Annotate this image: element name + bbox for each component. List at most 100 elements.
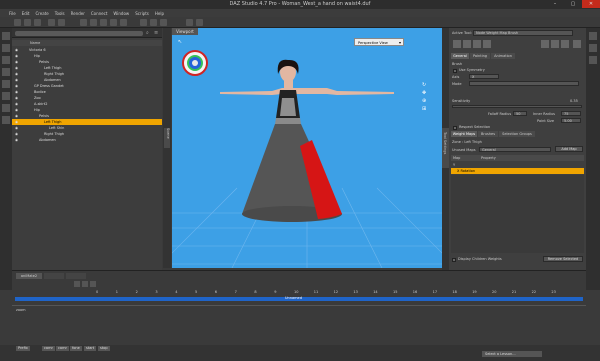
visibility-eye-icon[interactable]: ◉ bbox=[15, 120, 21, 124]
play-back-icon[interactable] bbox=[82, 281, 88, 287]
surfaces-icon[interactable] bbox=[2, 92, 10, 100]
visibility-eye-icon[interactable]: ◉ bbox=[15, 78, 21, 82]
menu-file[interactable]: File bbox=[9, 11, 16, 16]
visibility-eye-icon[interactable]: ◉ bbox=[15, 108, 21, 112]
close-button[interactable]: ✕ bbox=[582, 0, 600, 8]
tab-scene-vertical[interactable]: Scene bbox=[164, 128, 170, 148]
visibility-eye-icon[interactable]: ◉ bbox=[15, 66, 21, 70]
brush-smooth-icon[interactable] bbox=[473, 40, 481, 48]
visibility-eye-icon[interactable]: ◉ bbox=[15, 102, 21, 106]
node-selection-icon[interactable] bbox=[120, 19, 127, 26]
remove-selected-button[interactable]: Remove Selected bbox=[543, 256, 583, 262]
posing-icon[interactable] bbox=[2, 116, 10, 124]
status-button[interactable]: camr bbox=[42, 346, 55, 351]
minimize-button[interactable]: – bbox=[546, 0, 564, 8]
invert-icon[interactable] bbox=[561, 40, 569, 48]
deselect-icon[interactable] bbox=[551, 40, 559, 48]
universal-tool-icon[interactable] bbox=[80, 19, 87, 26]
spot-render-icon[interactable] bbox=[150, 19, 157, 26]
redo-icon[interactable] bbox=[58, 19, 65, 26]
undo-icon[interactable] bbox=[48, 19, 55, 26]
content-library-icon[interactable] bbox=[2, 44, 10, 52]
status-button[interactable]: Prefix bbox=[16, 346, 30, 351]
rotate-view-icon[interactable]: ↻ bbox=[422, 82, 426, 88]
animation-block[interactable]: Unnamed bbox=[15, 296, 583, 301]
lesson-select[interactable]: Select a Lesson... bbox=[482, 351, 542, 357]
falloff-radius-field[interactable]: 50 bbox=[513, 111, 527, 116]
visibility-eye-icon[interactable]: ◉ bbox=[15, 90, 21, 94]
sensitivity-slider[interactable] bbox=[452, 105, 582, 108]
tab-tertiary[interactable] bbox=[66, 273, 86, 279]
pan-view-icon[interactable]: ✥ bbox=[422, 90, 426, 96]
save-icon[interactable] bbox=[34, 19, 41, 26]
panel-menu-icon[interactable] bbox=[589, 32, 597, 40]
new-scene-icon[interactable] bbox=[14, 19, 21, 26]
brush-blend-icon[interactable] bbox=[483, 40, 491, 48]
visibility-eye-icon[interactable]: ◉ bbox=[15, 54, 21, 58]
mode-select[interactable] bbox=[469, 81, 579, 86]
lights-icon[interactable] bbox=[2, 104, 10, 112]
visibility-eye-icon[interactable]: ◉ bbox=[15, 96, 21, 100]
status-button[interactable]: start bbox=[84, 346, 97, 351]
brush-subtract-icon[interactable] bbox=[463, 40, 471, 48]
tab-brushes[interactable]: Brushes bbox=[478, 131, 498, 137]
navigation-sphere[interactable] bbox=[182, 50, 208, 76]
status-button[interactable]: fone bbox=[70, 346, 82, 351]
visibility-eye-icon[interactable]: ◉ bbox=[15, 132, 21, 136]
tab-general[interactable]: General bbox=[451, 53, 469, 59]
viewport-pin-icon[interactable]: ↖ bbox=[178, 39, 182, 45]
tab-tool-settings-vertical[interactable]: Tool Settings bbox=[442, 128, 449, 168]
select-icon[interactable] bbox=[541, 40, 549, 48]
visibility-eye-icon[interactable]: ◉ bbox=[15, 84, 21, 88]
translate-tool-icon[interactable] bbox=[100, 19, 107, 26]
active-tool-select[interactable]: Node Weight Map Brush bbox=[473, 30, 573, 36]
menu-tools[interactable]: Tools bbox=[55, 11, 65, 16]
tab-animation[interactable]: Animation bbox=[491, 53, 515, 59]
visibility-eye-icon[interactable]: ◉ bbox=[15, 138, 21, 142]
brush-add-icon[interactable] bbox=[453, 40, 461, 48]
status-button[interactable]: stop bbox=[98, 346, 110, 351]
visibility-eye-icon[interactable]: ◉ bbox=[15, 60, 21, 64]
tab-painting[interactable]: Painting bbox=[470, 53, 490, 59]
render-icon[interactable] bbox=[196, 19, 203, 26]
smart-content-icon[interactable] bbox=[2, 32, 10, 40]
map-item-row[interactable]: X Rotation bbox=[451, 168, 584, 174]
tab-selection-groups[interactable]: Selection Groups bbox=[499, 131, 535, 137]
use-symmetry-checkbox[interactable] bbox=[453, 69, 457, 73]
inner-radius-field[interactable]: 75 bbox=[561, 111, 581, 116]
scene-search-input[interactable] bbox=[15, 31, 143, 36]
menu-window[interactable]: Window bbox=[113, 11, 129, 16]
rotate-tool-icon[interactable] bbox=[90, 19, 97, 26]
tab-secondary[interactable] bbox=[44, 273, 64, 279]
visibility-eye-icon[interactable]: ◉ bbox=[15, 48, 21, 52]
scale-tool-icon[interactable] bbox=[110, 19, 117, 26]
menu-create[interactable]: Create bbox=[35, 11, 48, 16]
play-icon[interactable] bbox=[90, 281, 96, 287]
respect-selection-checkbox[interactable] bbox=[453, 126, 457, 130]
render-settings-icon[interactable] bbox=[186, 19, 193, 26]
maximize-button[interactable]: ▢ bbox=[564, 0, 582, 8]
frame-view-icon[interactable]: ⊞ bbox=[422, 106, 426, 112]
menu-render[interactable]: Render bbox=[71, 11, 85, 16]
loop-icon[interactable] bbox=[74, 281, 80, 287]
visibility-eye-icon[interactable]: ◉ bbox=[15, 126, 21, 130]
parameters-icon[interactable] bbox=[2, 68, 10, 76]
display-children-checkbox[interactable] bbox=[452, 258, 456, 262]
menu-edit[interactable]: Edit bbox=[22, 11, 30, 16]
visibility-eye-icon[interactable]: ◉ bbox=[15, 114, 21, 118]
scene-icon[interactable] bbox=[2, 56, 10, 64]
status-button[interactable]: camr bbox=[56, 346, 69, 351]
surface-tool-icon[interactable] bbox=[140, 19, 147, 26]
timeline-icon[interactable] bbox=[589, 56, 597, 64]
settings-icon[interactable] bbox=[573, 40, 581, 48]
viewport-tab[interactable]: Viewport bbox=[172, 28, 198, 35]
menu-connect[interactable]: Connect bbox=[91, 11, 108, 16]
menu-scripts[interactable]: Scripts bbox=[135, 11, 149, 16]
unused-maps-select[interactable]: General bbox=[479, 147, 551, 152]
shaping-icon[interactable] bbox=[2, 80, 10, 88]
perspective-view-select[interactable]: Perspective View ▾ bbox=[354, 38, 404, 46]
aux-viewport-icon[interactable] bbox=[589, 44, 597, 52]
tab-weight-maps[interactable]: Weight Maps bbox=[451, 131, 477, 137]
options-icon[interactable]: ≡ bbox=[154, 30, 158, 36]
add-map-button[interactable]: Add Map bbox=[555, 146, 583, 152]
